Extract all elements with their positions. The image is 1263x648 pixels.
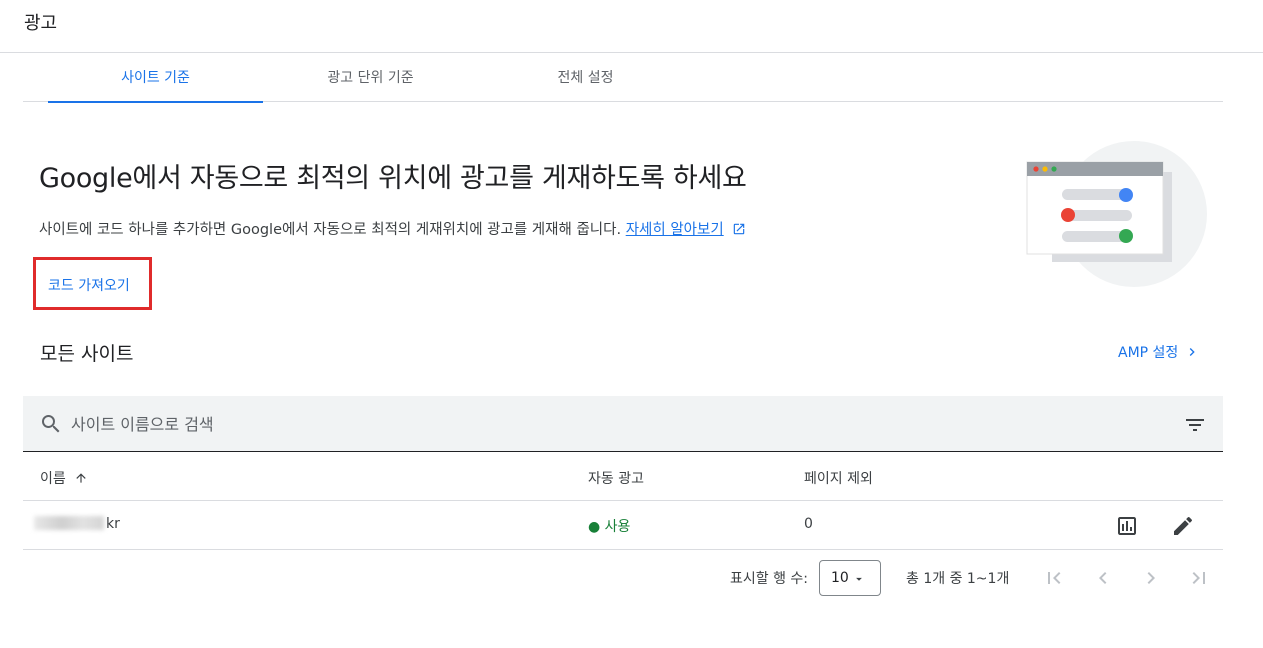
column-auto-ads: 자동 광고 — [588, 471, 644, 487]
learn-more-link[interactable]: 자세히 알아보기 — [626, 222, 724, 238]
column-name-label: 이름 — [40, 471, 66, 487]
auto-ads-status[interactable]: ● 사용 — [588, 516, 630, 536]
pagination-range: 총 1개 중 1~1개 — [906, 571, 1010, 587]
last-page-icon[interactable] — [1187, 566, 1211, 590]
next-page-icon[interactable] — [1139, 566, 1163, 590]
edit-icon[interactable] — [1171, 514, 1195, 538]
external-link-icon[interactable] — [732, 222, 746, 236]
amp-settings-link[interactable]: AMP 설정 — [1118, 342, 1200, 362]
excluded-pages-count: 0 — [804, 516, 813, 532]
site-search-bar — [23, 396, 1223, 452]
pagination: 표시할 행 수: 10 총 1개 중 1~1개 — [0, 560, 1263, 596]
tab-bar: 사이트 기준 광고 단위 기준 전체 설정 — [23, 54, 1223, 103]
table-row: kr ● 사용 0 — [23, 501, 1223, 550]
rows-per-page-select[interactable]: 10 — [819, 560, 881, 596]
site-search-input[interactable] — [71, 406, 1151, 442]
prev-page-icon[interactable] — [1091, 566, 1115, 590]
filter-icon[interactable] — [1183, 413, 1207, 437]
chevron-right-icon — [1190, 348, 1195, 356]
amp-settings-label: AMP 설정 — [1118, 345, 1179, 361]
hero-title: Google에서 자동으로 최적의 위치에 광고를 게재하도록 하세요 — [39, 163, 747, 194]
rows-per-page-label: 표시할 행 수: — [730, 571, 809, 587]
dropdown-arrow-icon — [856, 577, 862, 581]
hero-description-text: 사이트에 코드 하나를 추가하면 Google에서 자동으로 최적의 게재위치에… — [39, 222, 622, 238]
hero-description: 사이트에 코드 하나를 추가하면 Google에서 자동으로 최적의 게재위치에… — [39, 218, 746, 239]
arrow-up-icon — [76, 473, 86, 483]
site-name-suffix: kr — [106, 516, 120, 532]
column-name[interactable]: 이름 — [40, 468, 88, 488]
table-header: 이름 자동 광고 페이지 제외 — [23, 453, 1223, 501]
auto-ads-illustration — [1026, 141, 1207, 287]
search-icon — [42, 415, 60, 433]
rows-per-page-value: 10 — [831, 570, 849, 586]
bar-chart-icon[interactable] — [1115, 514, 1139, 538]
column-excluded-pages: 페이지 제외 — [804, 471, 873, 487]
get-code-button[interactable]: 코드 가져오기 — [33, 257, 152, 310]
site-name-cell[interactable]: kr — [34, 516, 120, 532]
tab-by-ad-unit[interactable]: 광고 단위 기준 — [263, 54, 478, 102]
tab-by-site[interactable]: 사이트 기준 — [48, 54, 263, 103]
tab-global-settings[interactable]: 전체 설정 — [478, 54, 693, 102]
redacted-site-name — [34, 516, 104, 530]
first-page-icon[interactable] — [1042, 566, 1066, 590]
all-sites-title: 모든 사이트 — [40, 343, 134, 365]
page-title: 광고 — [24, 13, 58, 34]
top-bar: 광고 — [0, 0, 1263, 53]
get-code-label: 코드 가져오기 — [48, 278, 130, 294]
